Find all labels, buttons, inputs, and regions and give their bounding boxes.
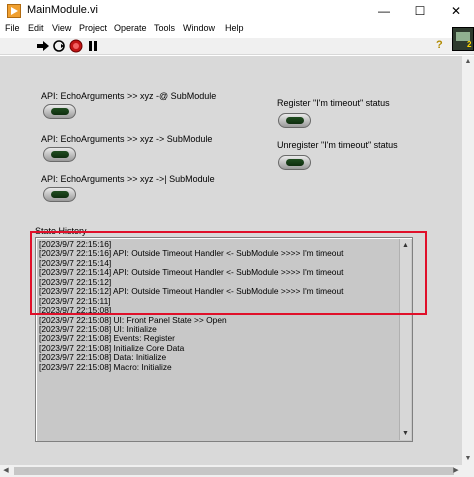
menu-tools[interactable]: Tools — [154, 23, 175, 33]
run-arrow-icon[interactable] — [36, 39, 50, 53]
scrollbar-corner — [462, 465, 474, 477]
pause-icon[interactable] — [86, 39, 100, 53]
minimize-button[interactable]: — — [366, 0, 402, 22]
menu-bar: File Edit View Project Operate Tools Win… — [0, 22, 474, 38]
unregister-status-label: Unregister "I'm timeout" status — [277, 140, 398, 150]
close-button[interactable]: ✕ — [438, 0, 474, 22]
scroll-left-icon[interactable]: ◀ — [0, 465, 12, 477]
labview-app-icon — [7, 4, 21, 18]
menu-operate[interactable]: Operate — [114, 23, 147, 33]
help-icon[interactable]: ? — [436, 39, 443, 51]
echo-arrowbar-submodule-button[interactable] — [43, 187, 76, 202]
menu-window[interactable]: Window — [183, 23, 215, 33]
register-status-label: Register "I'm timeout" status — [277, 98, 390, 108]
scroll-up-icon[interactable]: ▲ — [462, 56, 474, 68]
menu-project[interactable]: Project — [79, 23, 107, 33]
menu-edit[interactable]: Edit — [28, 23, 44, 33]
window-title: MainModule.vi — [27, 4, 98, 16]
toolbar — [0, 38, 474, 55]
panel-horizontal-scrollbar[interactable]: ◀ ▶ — [0, 465, 462, 477]
control-label-echo-arrow: API: EchoArguments >> xyz -> SubModule — [41, 134, 213, 144]
maximize-button[interactable]: ☐ — [402, 0, 438, 22]
abort-icon[interactable] — [69, 39, 83, 53]
vi-connector-icon[interactable]: 2 — [452, 27, 474, 51]
menu-help[interactable]: Help — [225, 23, 244, 33]
echo-at-submodule-button[interactable] — [43, 104, 76, 119]
horizontal-scroll-thumb[interactable] — [14, 467, 454, 475]
scroll-down-icon[interactable]: ▼ — [462, 453, 474, 465]
vi-icon-number: 2 — [467, 40, 472, 49]
panel-vertical-scrollbar[interactable]: ▲ ▼ — [462, 56, 474, 465]
highlight-box — [30, 231, 427, 315]
register-status-led — [278, 113, 311, 128]
menu-file[interactable]: File — [5, 23, 20, 33]
menu-view[interactable]: View — [52, 23, 71, 33]
title-bar: MainModule.vi — ☐ ✕ — [0, 0, 474, 22]
echo-arrow-submodule-button[interactable] — [43, 147, 76, 162]
control-label-echo-arrowbar: API: EchoArguments >> xyz ->| SubModule — [41, 174, 215, 184]
run-continuously-icon[interactable] — [52, 39, 66, 53]
scroll-right-icon[interactable]: ▶ — [450, 465, 462, 477]
scroll-down-icon[interactable]: ▼ — [400, 428, 411, 439]
unregister-status-led — [278, 155, 311, 170]
control-label-echo-at: API: EchoArguments >> xyz -@ SubModule — [41, 91, 217, 101]
history-line[interactable]: [2023/9/7 22:15:08] Macro: Initialize — [39, 362, 343, 372]
